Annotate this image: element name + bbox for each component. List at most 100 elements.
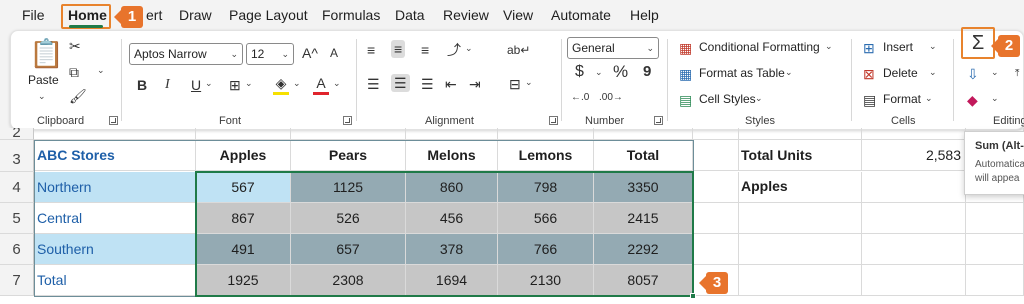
align-top-icon[interactable]: ≡: [367, 41, 375, 59]
insert-dropdown-icon[interactable]: ⌄: [929, 41, 937, 52]
cell[interactable]: [966, 234, 1024, 265]
clipboard-launcher-icon[interactable]: [109, 116, 118, 125]
tab-view[interactable]: View: [503, 7, 533, 23]
format-as-table-button[interactable]: Format as Table: [699, 66, 785, 80]
cell[interactable]: [966, 265, 1024, 296]
cell[interactable]: [196, 128, 291, 140]
fill-icon[interactable]: ⇩: [967, 65, 979, 83]
decrease-indent-icon[interactable]: ⇤: [445, 75, 457, 93]
cell[interactable]: [693, 140, 739, 171]
format-dropdown-icon[interactable]: ⌄: [925, 93, 933, 104]
number-format-select[interactable]: General ⌄: [567, 37, 659, 59]
cell[interactable]: [693, 128, 739, 140]
increase-decimal-icon[interactable]: ←.0: [571, 89, 589, 107]
clear-dropdown-icon[interactable]: ⌄: [991, 93, 999, 104]
row-header-3[interactable]: 3: [0, 140, 34, 172]
copy-dropdown-icon[interactable]: ⌄: [97, 65, 105, 76]
fill-color-dropdown-icon[interactable]: ⌄: [293, 78, 301, 89]
align-middle-icon[interactable]: ≡: [391, 40, 406, 58]
format-button[interactable]: Format: [883, 92, 921, 106]
cell[interactable]: [693, 172, 739, 203]
cell[interactable]: [739, 234, 862, 265]
row-header-7[interactable]: 7: [0, 265, 34, 296]
format-painter-icon[interactable]: 🖌: [69, 87, 87, 105]
insert-button[interactable]: Insert: [883, 40, 913, 54]
store-cell[interactable]: Southern: [34, 234, 196, 265]
increase-font-size-icon[interactable]: A^: [302, 44, 318, 62]
conditional-formatting-icon[interactable]: ▦: [679, 39, 692, 57]
paste-icon[interactable]: 📋: [29, 37, 64, 71]
wrap-text-icon[interactable]: ab↵: [507, 41, 530, 59]
align-left-icon[interactable]: ☰: [367, 75, 380, 93]
bold-button[interactable]: B: [137, 76, 147, 94]
align-center-icon[interactable]: ☰: [391, 74, 410, 92]
percent-icon[interactable]: %: [613, 63, 628, 81]
font-launcher-icon[interactable]: [343, 116, 352, 125]
total-units-apples-value[interactable]: 2,583: [862, 140, 966, 171]
cell[interactable]: [862, 234, 966, 265]
currency-dropdown-icon[interactable]: ⌄: [595, 67, 603, 78]
total-units-apples-label[interactable]: Total Units Apples: [739, 140, 862, 194]
cell[interactable]: [739, 172, 862, 203]
cell[interactable]: [966, 203, 1024, 234]
cell-styles-icon[interactable]: ▤: [679, 91, 692, 109]
alignment-launcher-icon[interactable]: [549, 116, 558, 125]
header-cell-apples[interactable]: Apples: [196, 140, 291, 171]
conditional-formatting-dropdown-icon[interactable]: ⌄: [825, 41, 833, 52]
tab-automate[interactable]: Automate: [551, 7, 611, 23]
cell-styles-dropdown-icon[interactable]: ⌄: [755, 93, 763, 104]
row-header-2[interactable]: 2: [0, 128, 34, 140]
align-bottom-icon[interactable]: ≡: [421, 41, 429, 59]
orientation-icon[interactable]: ⤴: [447, 41, 461, 59]
sort-filter-icon[interactable]: ⤒: [1015, 65, 1019, 83]
font-color-icon[interactable]: A: [313, 74, 329, 95]
cut-icon[interactable]: ✂: [69, 37, 81, 55]
number-launcher-icon[interactable]: [654, 116, 663, 125]
currency-icon[interactable]: $: [575, 63, 584, 81]
row-header-4[interactable]: 4: [0, 172, 34, 203]
copy-icon[interactable]: ⧉: [69, 63, 79, 81]
delete-dropdown-icon[interactable]: ⌄: [929, 67, 937, 78]
orientation-dropdown-icon[interactable]: ⌄: [465, 43, 473, 54]
merge-dropdown-icon[interactable]: ⌄: [525, 77, 533, 88]
autosum-button[interactable]: Σ: [961, 27, 995, 59]
fill-color-icon[interactable]: ◈: [273, 74, 289, 95]
font-size-select[interactable]: 12 ⌄: [246, 43, 294, 65]
header-cell-melons[interactable]: Melons: [406, 140, 498, 171]
format-as-table-icon[interactable]: ▦: [679, 65, 692, 83]
format-cells-icon[interactable]: ▤: [863, 91, 876, 109]
cell[interactable]: [862, 128, 966, 140]
font-name-select[interactable]: Aptos Narrow ⌄: [129, 43, 243, 65]
tab-formulas[interactable]: Formulas: [322, 7, 380, 23]
cell[interactable]: [594, 128, 693, 140]
cell[interactable]: [693, 234, 739, 265]
insert-cells-icon[interactable]: ⊞: [863, 39, 875, 57]
cell-styles-button[interactable]: Cell Styles: [699, 92, 756, 106]
tab-insert[interactable]: ert: [146, 7, 162, 23]
cell[interactable]: [693, 203, 739, 234]
cell[interactable]: [862, 265, 966, 296]
row-header-6[interactable]: 6: [0, 234, 34, 265]
paste-button[interactable]: Paste: [28, 73, 59, 87]
store-cell[interactable]: Total: [34, 265, 196, 296]
underline-button[interactable]: U: [191, 76, 201, 94]
italic-button[interactable]: I: [165, 76, 170, 94]
borders-dropdown-icon[interactable]: ⌄: [245, 78, 253, 89]
cell[interactable]: [34, 128, 196, 140]
paste-dropdown-icon[interactable]: ⌄: [38, 91, 46, 102]
increase-indent-icon[interactable]: ⇥: [469, 75, 481, 93]
align-right-icon[interactable]: ☰: [421, 75, 434, 93]
merge-center-icon[interactable]: ⊟: [509, 75, 521, 93]
decrease-font-size-icon[interactable]: A: [330, 44, 338, 62]
cell[interactable]: [498, 128, 594, 140]
cell[interactable]: [406, 128, 498, 140]
clear-icon[interactable]: ◆: [967, 91, 978, 109]
cell[interactable]: [862, 203, 966, 234]
tab-file[interactable]: File: [22, 7, 45, 23]
cell[interactable]: [862, 172, 966, 203]
borders-icon[interactable]: ⊞: [229, 76, 241, 94]
tab-help[interactable]: Help: [630, 7, 659, 23]
header-cell-pears[interactable]: Pears: [291, 140, 406, 171]
cell[interactable]: [739, 203, 862, 234]
conditional-formatting-button[interactable]: Conditional Formatting: [699, 40, 820, 54]
